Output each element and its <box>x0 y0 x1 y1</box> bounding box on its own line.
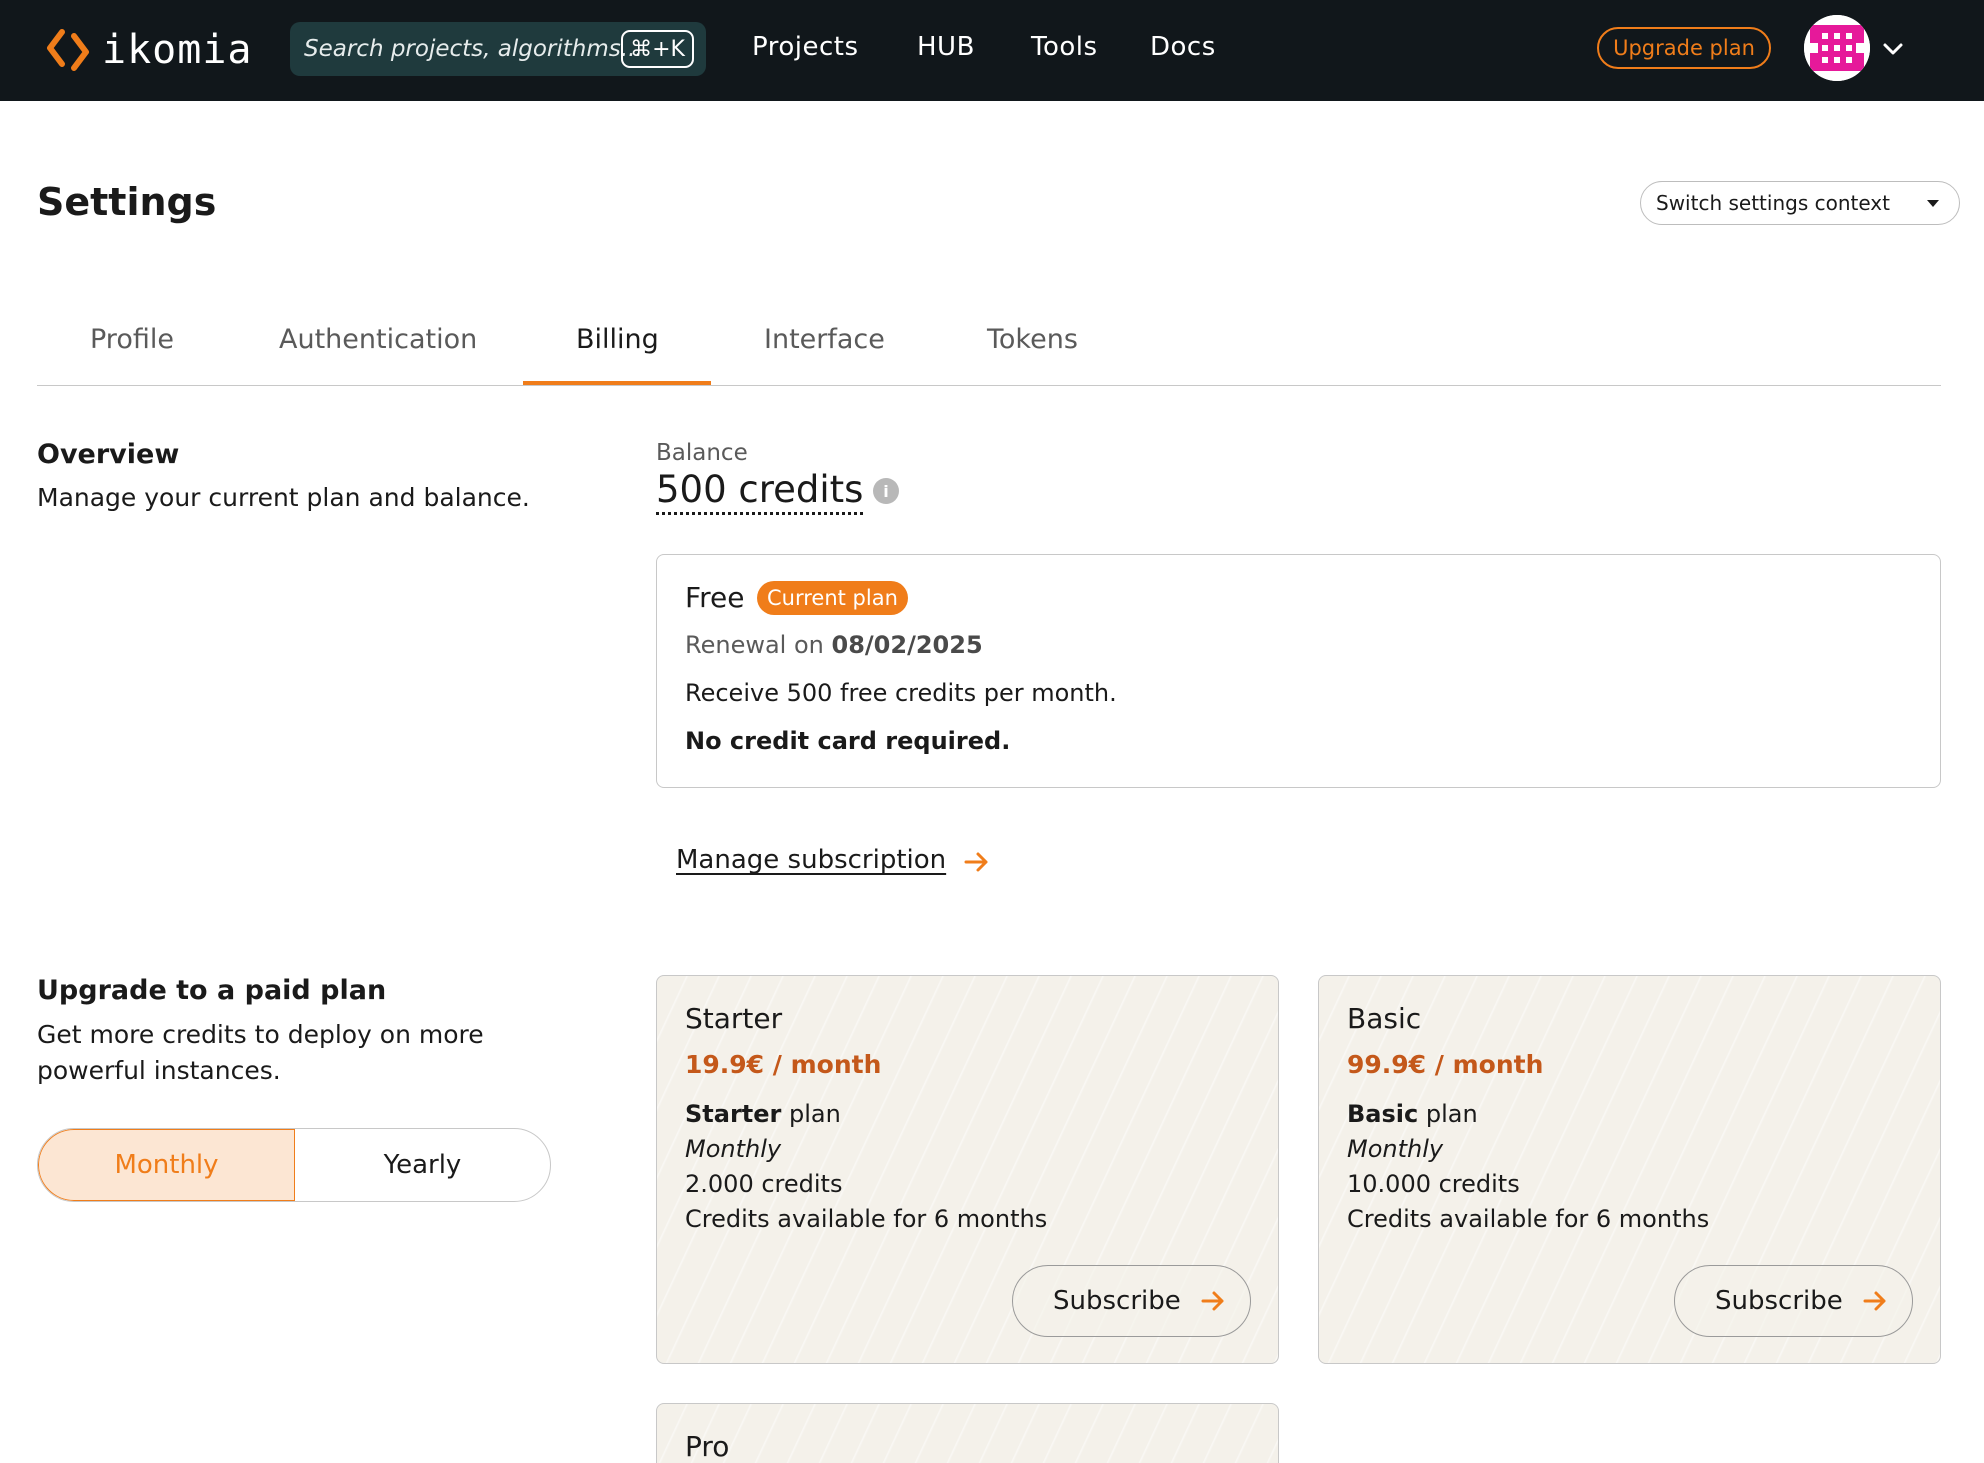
renewal-info: Renewal on 08/02/2025 <box>685 631 983 659</box>
nav-link-hub[interactable]: HUB <box>917 32 975 62</box>
plan-title-bold: Starter <box>685 1100 782 1128</box>
plan-title: Starter plan <box>685 1100 841 1128</box>
tab-authentication[interactable]: Authentication <box>279 324 477 355</box>
search-bar[interactable]: Search projects, algorithms... ⌘+K <box>290 22 706 76</box>
active-tab-indicator <box>523 381 711 385</box>
renewal-prefix: Renewal on <box>685 631 824 659</box>
toggle-monthly[interactable]: Monthly <box>38 1129 295 1201</box>
info-icon[interactable]: i <box>873 478 899 504</box>
nav-link-docs[interactable]: Docs <box>1150 32 1216 62</box>
overview-title: Overview <box>37 439 180 470</box>
pricing-card-pro: Pro <box>656 1403 1279 1463</box>
billing-period-toggle: Monthly Yearly <box>37 1128 551 1202</box>
manage-subscription-link[interactable]: Manage subscription <box>676 845 946 875</box>
tab-tokens[interactable]: Tokens <box>987 324 1078 355</box>
plan-name: Basic <box>1347 1002 1422 1035</box>
identicon-icon <box>1804 15 1870 81</box>
plan-price: 99.9€ / month <box>1347 1050 1544 1079</box>
settings-tabs: Profile Authentication Billing Interface… <box>37 300 1941 386</box>
plan-title-suffix: plan <box>781 1100 841 1128</box>
arrow-right-icon <box>1201 1291 1224 1311</box>
pricing-card-basic: Basic 99.9€ / month Basic plan Monthly 1… <box>1318 975 1941 1364</box>
plan-credits: 2.000 credits <box>685 1170 843 1198</box>
context-switch-label: Switch settings context <box>1656 191 1890 215</box>
subscribe-label: Subscribe <box>1053 1286 1181 1316</box>
subscribe-label: Subscribe <box>1715 1286 1843 1316</box>
plan-card-note: No credit card required. <box>685 727 1011 755</box>
tab-billing[interactable]: Billing <box>576 324 659 355</box>
plan-title-suffix: plan <box>1418 1100 1478 1128</box>
balance-label: Balance <box>656 440 748 466</box>
logo-text: ikomia <box>102 27 253 73</box>
overview-description: Manage your current plan and balance. <box>37 483 530 512</box>
upgrade-title: Upgrade to a paid plan <box>37 975 387 1006</box>
upgrade-description-line1: Get more credits to deploy on more <box>37 1020 484 1049</box>
toggle-yearly[interactable]: Yearly <box>295 1129 550 1201</box>
current-plan-badge: Current plan <box>757 581 908 615</box>
ikomia-logo[interactable]: ikomia <box>46 26 253 74</box>
plan-credits: 10.000 credits <box>1347 1170 1520 1198</box>
current-plan-card: Free Current plan Renewal on 08/02/2025 … <box>656 554 1941 788</box>
current-plan-name: Free <box>685 581 745 614</box>
plan-period: Monthly <box>685 1135 782 1163</box>
plan-period: Monthly <box>1347 1135 1444 1163</box>
search-shortcut-badge: ⌘+K <box>621 30 694 68</box>
subscribe-button-basic[interactable]: Subscribe <box>1674 1265 1913 1337</box>
plan-title-bold: Basic <box>1347 1100 1419 1128</box>
ikomia-logo-icon <box>47 29 89 71</box>
tab-interface[interactable]: Interface <box>764 324 885 355</box>
page-title: Settings <box>37 180 217 224</box>
plan-name: Starter <box>685 1002 783 1035</box>
plan-name: Pro <box>685 1430 730 1463</box>
search-input[interactable]: Search projects, algorithms... <box>304 36 643 62</box>
caret-down-icon <box>1927 200 1939 207</box>
nav-link-tools[interactable]: Tools <box>1031 32 1098 62</box>
plan-credits-info: Receive 500 free credits per month. <box>685 679 1117 707</box>
plan-title: Basic plan <box>1347 1100 1478 1128</box>
top-navbar: ikomia Search projects, algorithms... ⌘+… <box>0 0 1984 101</box>
arrow-right-icon[interactable] <box>963 849 991 875</box>
chevron-down-icon[interactable] <box>1880 36 1906 62</box>
upgrade-description-line2: powerful instances. <box>37 1056 281 1085</box>
tab-profile[interactable]: Profile <box>90 324 174 355</box>
renewal-date: 08/02/2025 <box>831 631 983 659</box>
nav-link-projects[interactable]: Projects <box>752 32 859 62</box>
pricing-card-starter: Starter 19.9€ / month Starter plan Month… <box>656 975 1279 1364</box>
balance-value[interactable]: 500 credits <box>656 468 864 515</box>
plan-availability: Credits available for 6 months <box>1347 1205 1710 1233</box>
plan-availability: Credits available for 6 months <box>685 1205 1048 1233</box>
avatar[interactable] <box>1804 15 1870 81</box>
subscribe-button-starter[interactable]: Subscribe <box>1012 1265 1251 1337</box>
plan-price: 19.9€ / month <box>685 1050 882 1079</box>
arrow-right-icon <box>1863 1291 1886 1311</box>
upgrade-plan-button[interactable]: Upgrade plan <box>1597 27 1771 69</box>
switch-settings-context-dropdown[interactable]: Switch settings context <box>1640 181 1960 225</box>
